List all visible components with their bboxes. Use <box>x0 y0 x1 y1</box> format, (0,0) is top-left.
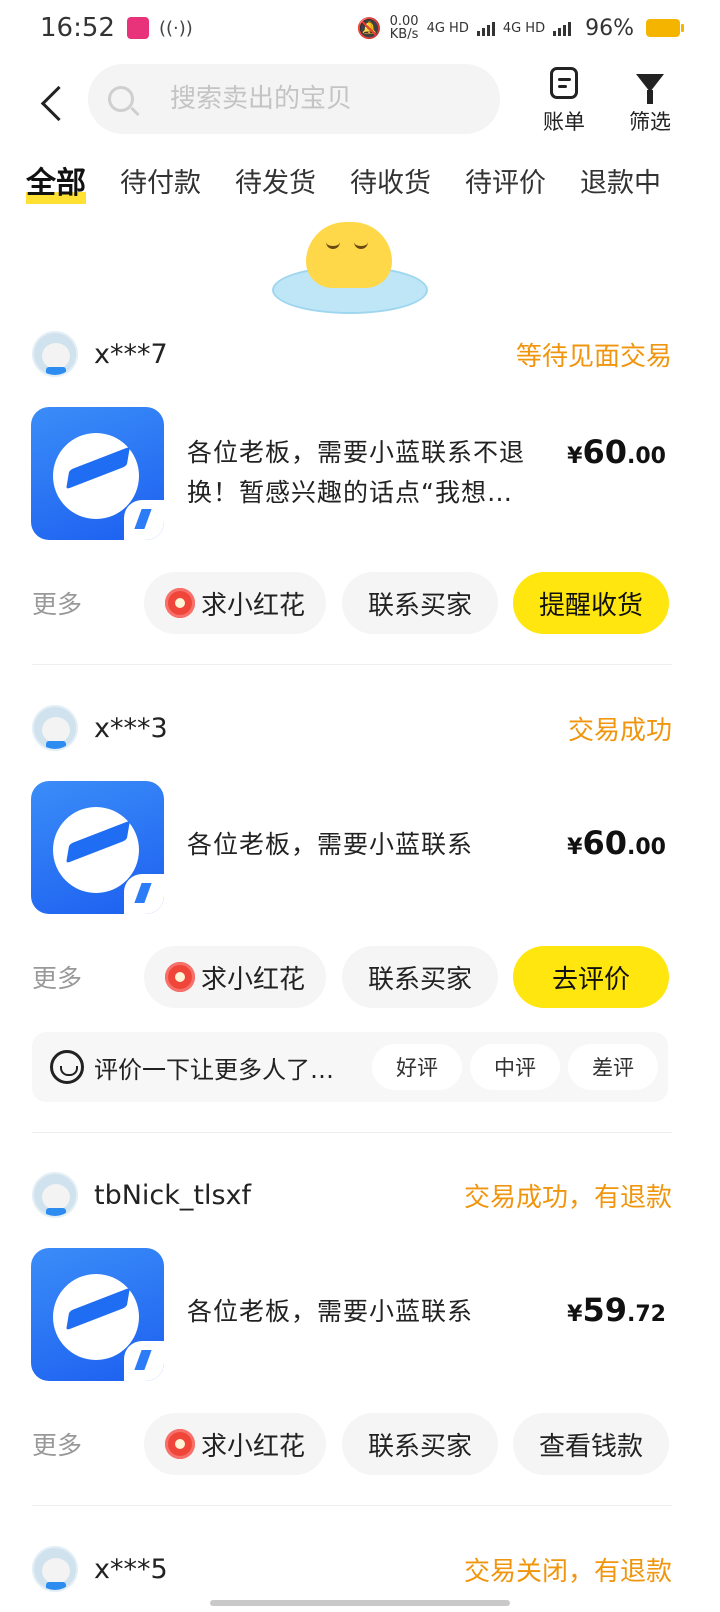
ask-flower-button[interactable]: 求小红花 <box>144 1413 326 1475</box>
order-status: 交易关闭，有退款 <box>463 1556 672 1587</box>
status-bar: 16:52 ((·)) 🔕 0.00 KB/s 4G HD 4G HD 96% <box>0 0 720 56</box>
order-tabs: 全部 待付款 待发货 待收货 待评价 退款中 <box>0 150 720 210</box>
remind-receipt-button[interactable]: 提醒收货 <box>513 572 669 634</box>
quick-rate-bar: 评价一下让更多人了… 好评 中评 差评 <box>32 1032 668 1102</box>
review-button[interactable]: 去评价 <box>513 946 669 1008</box>
more-link[interactable]: 更多 <box>32 1426 82 1462</box>
product-image[interactable] <box>31 781 164 914</box>
flower-icon <box>164 962 195 992</box>
bill-label: 账单 <box>543 110 585 134</box>
divider <box>32 664 672 665</box>
product-image[interactable] <box>31 407 164 540</box>
avatar <box>32 1172 78 1218</box>
divider <box>32 1132 672 1133</box>
avatar <box>32 705 78 751</box>
tab-all[interactable]: 全部 <box>26 158 86 204</box>
product-price: ¥59.72 <box>567 1291 666 1329</box>
mascot-illustration <box>272 222 428 314</box>
filter-label: 筛选 <box>629 110 671 134</box>
order-actions: 更多 求小红花 联系买家 去评价 <box>32 946 672 1008</box>
seller-row[interactable]: x***7 等待见面交易 <box>32 330 672 378</box>
rate-bad-button[interactable]: 差评 <box>568 1044 658 1090</box>
hotspot-icon: ((·)) <box>158 17 193 39</box>
search-input[interactable] <box>170 84 470 114</box>
product-price: ¥60.00 <box>567 824 666 862</box>
tab-pending-receipt[interactable]: 待收货 <box>350 161 431 200</box>
product-image[interactable] <box>31 1248 164 1381</box>
search-bar[interactable] <box>88 64 500 134</box>
buyer-name: x***7 <box>94 338 168 370</box>
signal-1-label: 4G HD <box>426 20 469 36</box>
buyer-name: tbNick_tlsxf <box>94 1179 252 1211</box>
net-speed: 0.00 KB/s <box>389 14 419 42</box>
contact-buyer-button[interactable]: 联系买家 <box>342 1413 498 1475</box>
signal-2-icon <box>553 20 572 36</box>
smile-icon <box>50 1050 84 1084</box>
product-price: ¥60.00 <box>567 433 666 471</box>
buyer-name: x***3 <box>94 712 168 744</box>
signal-1-icon <box>476 20 495 36</box>
order-actions: 更多 求小红花 联系买家 查看钱款 <box>32 1413 672 1475</box>
app-notification-icon <box>126 17 149 39</box>
ask-flower-button[interactable]: 求小红花 <box>144 572 326 634</box>
seller-row[interactable]: x***5 交易关闭，有退款 <box>32 1545 672 1593</box>
battery-icon <box>646 19 684 37</box>
rate-neutral-button[interactable]: 中评 <box>470 1044 560 1090</box>
filter-button[interactable]: 筛选 <box>620 64 680 136</box>
filter-icon <box>636 74 664 104</box>
tab-pending-payment[interactable]: 待付款 <box>120 161 201 200</box>
product-title[interactable]: 各位老板，需要小蓝联系 <box>187 1292 547 1332</box>
flower-icon <box>164 1429 195 1459</box>
tab-refunding[interactable]: 退款中 <box>580 161 661 200</box>
view-payment-button[interactable]: 查看钱款 <box>513 1413 669 1475</box>
product-title[interactable]: 各位老板，需要小蓝联系 <box>187 825 547 865</box>
ask-flower-button[interactable]: 求小红花 <box>144 946 326 1008</box>
product-title[interactable]: 各位老板，需要小蓝联系不退换！暂感兴趣的话点“我想… <box>187 433 547 513</box>
tab-pending-shipment[interactable]: 待发货 <box>235 161 316 200</box>
signal-2-label: 4G HD <box>502 20 546 36</box>
bill-button[interactable]: 账单 <box>534 64 594 136</box>
contact-buyer-button[interactable]: 联系买家 <box>342 946 498 1008</box>
mute-icon: 🔕 <box>356 16 382 40</box>
order-status: 交易成功，有退款 <box>463 1182 672 1213</box>
more-link[interactable]: 更多 <box>32 959 82 995</box>
seller-row[interactable]: tbNick_tlsxf 交易成功，有退款 <box>32 1171 672 1219</box>
home-indicator[interactable] <box>210 1600 510 1606</box>
contact-buyer-button[interactable]: 联系买家 <box>342 572 498 634</box>
rate-prompt: 评价一下让更多人了… <box>94 1055 334 1084</box>
avatar <box>32 1546 78 1592</box>
battery-percent: 96% <box>585 15 634 41</box>
status-right: 🔕 0.00 KB/s 4G HD 4G HD 96% <box>356 14 684 42</box>
avatar <box>32 331 78 377</box>
buyer-name: x***5 <box>94 1553 168 1585</box>
order-status: 等待见面交易 <box>515 341 672 372</box>
order-actions: 更多 求小红花 联系买家 提醒收货 <box>32 572 672 634</box>
seller-row[interactable]: x***3 交易成功 <box>32 704 672 752</box>
flower-icon <box>164 588 195 618</box>
bill-icon <box>550 67 578 99</box>
divider <box>32 1505 672 1506</box>
rate-good-button[interactable]: 好评 <box>372 1044 462 1090</box>
back-button[interactable] <box>28 71 88 131</box>
order-status: 交易成功 <box>567 715 672 746</box>
more-link[interactable]: 更多 <box>32 585 82 621</box>
tab-pending-review[interactable]: 待评价 <box>465 161 546 200</box>
header: 账单 筛选 <box>0 56 720 146</box>
search-icon <box>108 86 134 112</box>
status-time: 16:52 <box>40 13 115 43</box>
